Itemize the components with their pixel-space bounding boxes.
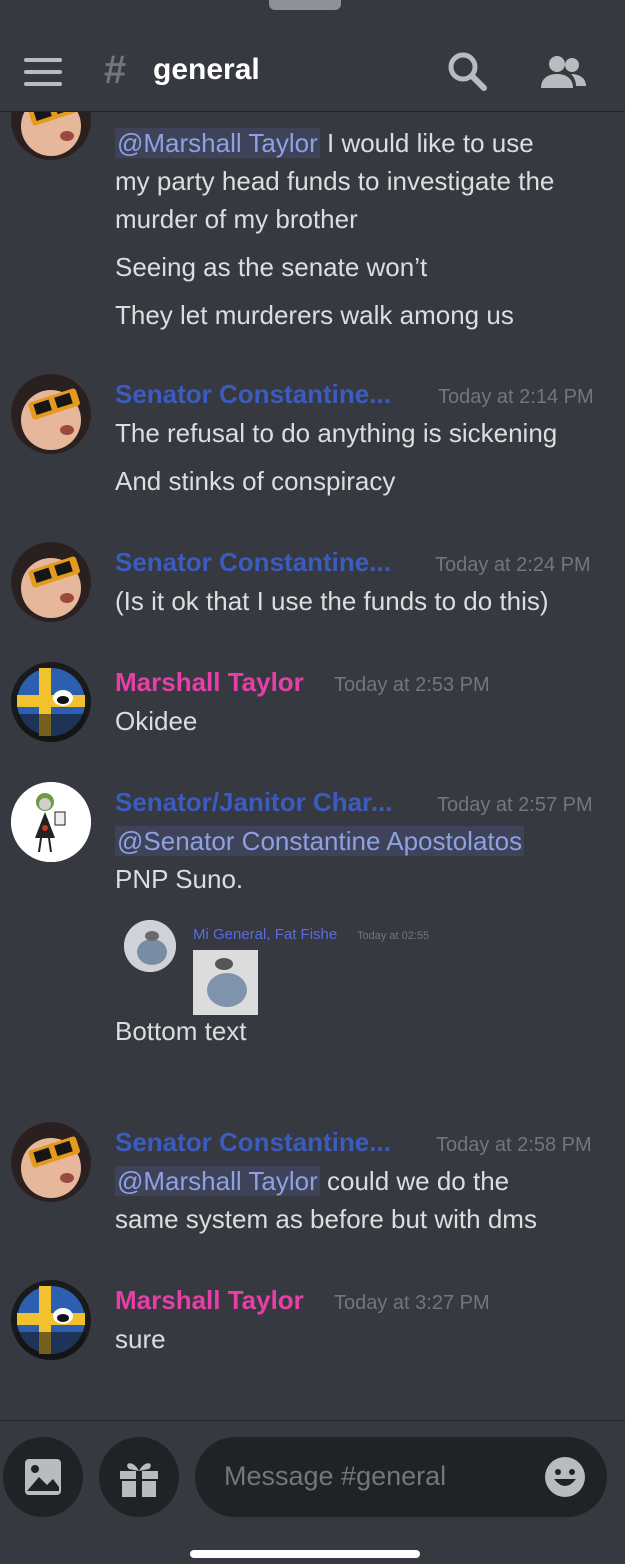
avatar[interactable] bbox=[11, 374, 91, 454]
embed-avatar[interactable] bbox=[124, 920, 176, 972]
author-name[interactable]: Senator Constantine... bbox=[115, 378, 391, 410]
avatar[interactable] bbox=[11, 782, 91, 862]
timestamp: Today at 2:58 PM bbox=[436, 1134, 592, 1156]
timestamp: Today at 2:24 PM bbox=[435, 554, 591, 576]
message-text: The refusal to do anything is sickening bbox=[115, 418, 558, 448]
channel-header: # general bbox=[0, 12, 625, 112]
message-text: murder of my brother bbox=[115, 204, 358, 234]
message-text: same system as before but with dms bbox=[115, 1204, 537, 1234]
message-input[interactable]: Message #general bbox=[195, 1437, 607, 1517]
home-indicator[interactable] bbox=[190, 1550, 420, 1558]
author-name[interactable]: Senator Constantine... bbox=[115, 1126, 391, 1158]
message-text: PNP Suno. bbox=[115, 864, 244, 894]
avatar[interactable] bbox=[11, 112, 91, 160]
gift-icon bbox=[120, 1463, 158, 1497]
embed-author[interactable]: Mi General, Fat Fishe bbox=[193, 926, 337, 943]
avatar[interactable] bbox=[11, 542, 91, 622]
channel-title: general bbox=[153, 53, 260, 86]
author-name[interactable]: Senator/Janitor Char... bbox=[115, 786, 392, 818]
image-upload-button[interactable] bbox=[3, 1437, 83, 1517]
gift-button[interactable] bbox=[99, 1437, 179, 1517]
message-text: my party head funds to investigate the bbox=[115, 166, 555, 196]
message-text: I would like to use bbox=[327, 128, 534, 158]
message-text: sure bbox=[115, 1324, 166, 1354]
message-list[interactable]: @Marshall Taylor I would like to use my … bbox=[0, 112, 625, 1418]
hash-icon: # bbox=[104, 48, 127, 92]
message-input-placeholder: Message #general bbox=[224, 1461, 447, 1491]
image-icon bbox=[25, 1459, 61, 1495]
message-text: And stinks of conspiracy bbox=[115, 466, 396, 496]
emoji-icon[interactable] bbox=[543, 1455, 587, 1499]
message-text: (Is it ok that I use the funds to do thi… bbox=[115, 586, 549, 616]
author-name[interactable]: Senator Constantine... bbox=[115, 546, 391, 578]
message-text: Bottom text bbox=[115, 1016, 247, 1046]
user-mention[interactable]: @Marshall Taylor bbox=[115, 128, 320, 158]
message-text: Okidee bbox=[115, 706, 198, 736]
message-text: Seeing as the senate won’t bbox=[115, 252, 428, 282]
search-icon[interactable] bbox=[446, 50, 490, 94]
avatar[interactable] bbox=[11, 1122, 91, 1202]
user-mention[interactable]: @Marshall Taylor bbox=[115, 1166, 320, 1196]
user-mention[interactable]: @Senator Constantine Apostolatos bbox=[115, 826, 525, 856]
embed-timestamp: Today at 02:55 bbox=[357, 930, 430, 942]
menu-icon[interactable] bbox=[24, 58, 62, 86]
author-name[interactable]: Marshall Taylor bbox=[115, 666, 304, 698]
message-composer: Message #general bbox=[0, 1420, 625, 1564]
embed-image[interactable] bbox=[193, 950, 258, 1015]
timestamp: Today at 2:53 PM bbox=[334, 674, 490, 696]
avatar[interactable] bbox=[11, 662, 91, 742]
timestamp: Today at 2:57 PM bbox=[437, 794, 593, 816]
message-text: They let murderers walk among us bbox=[115, 300, 514, 330]
members-icon[interactable] bbox=[538, 52, 590, 96]
timestamp: Today at 2:14 PM bbox=[438, 386, 594, 408]
avatar[interactable] bbox=[11, 1280, 91, 1360]
top-notch-handle bbox=[269, 0, 341, 10]
timestamp: Today at 3:27 PM bbox=[334, 1292, 490, 1314]
author-name[interactable]: Marshall Taylor bbox=[115, 1284, 304, 1316]
message-text: could we do the bbox=[327, 1166, 510, 1196]
